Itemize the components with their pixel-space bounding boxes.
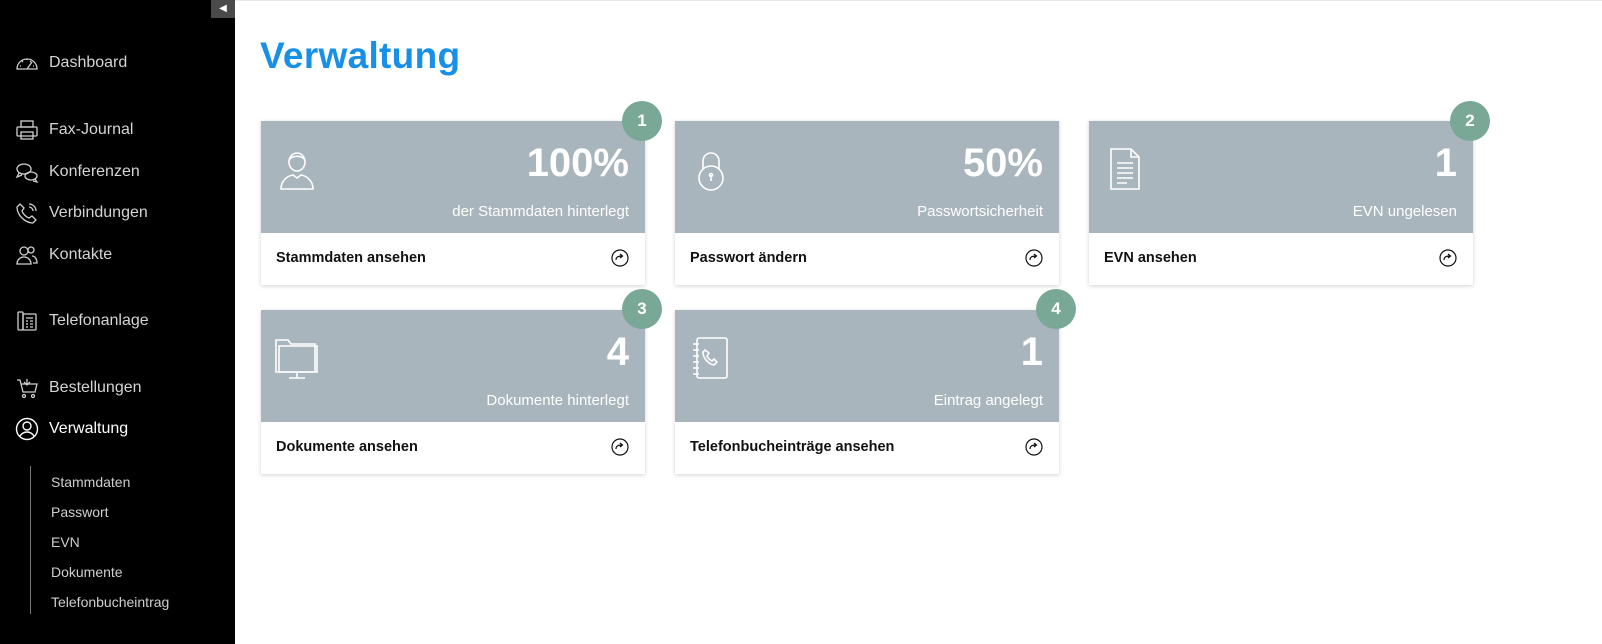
person-icon bbox=[275, 147, 319, 191]
main-content: Verwaltung 100% der Stammdaten hinterleg… bbox=[235, 0, 1602, 644]
card-link-passwort[interactable]: Passwort ändern bbox=[675, 233, 1059, 285]
arrow-circle-icon bbox=[1025, 438, 1043, 456]
sidebar-item-konferenzen[interactable]: Konferenzen bbox=[14, 159, 140, 185]
sidebar: ◀ Dashboard Fax-Journal Konferenzen Verb… bbox=[0, 0, 235, 644]
sidebar-item-kontakte[interactable]: Kontakte bbox=[14, 242, 112, 268]
card-link-telefonbuch[interactable]: Telefonbucheinträge ansehen bbox=[675, 422, 1059, 474]
desk-phone-icon bbox=[14, 308, 40, 334]
card-description: Dokumente hinterlegt bbox=[486, 392, 629, 409]
card-badge: 2 bbox=[1450, 101, 1490, 141]
sidebar-item-label: Verwaltung bbox=[49, 420, 129, 437]
document-icon bbox=[1103, 147, 1147, 191]
card-evn: 1 EVN ungelesen EVN ansehen bbox=[1089, 121, 1473, 285]
sidebar-item-label: Fax-Journal bbox=[49, 121, 134, 138]
sidebar-item-label: Konferenzen bbox=[49, 163, 140, 180]
card-header: 4 Dokumente hinterlegt bbox=[261, 310, 645, 422]
sidebar-item-bestellungen[interactable]: Bestellungen bbox=[14, 375, 142, 401]
sidebar-item-fax-journal[interactable]: Fax-Journal bbox=[14, 117, 133, 143]
sidebar-item-verbindungen[interactable]: Verbindungen bbox=[14, 200, 148, 226]
card-link-evn[interactable]: EVN ansehen bbox=[1089, 233, 1473, 285]
card-passwort: 50% Passwortsicherheit Passwort ändern bbox=[675, 121, 1059, 285]
cart-icon bbox=[14, 375, 40, 401]
card-header: 50% Passwortsicherheit bbox=[675, 121, 1059, 233]
page-title: Verwaltung bbox=[260, 35, 461, 76]
card-link-label: Telefonbucheinträge ansehen bbox=[690, 439, 895, 455]
card-header: 100% der Stammdaten hinterlegt bbox=[261, 121, 645, 233]
submenu-item-stammdaten[interactable]: Stammdaten bbox=[51, 474, 130, 490]
submenu-item-dokumente[interactable]: Dokumente bbox=[51, 564, 123, 580]
speedometer-icon bbox=[14, 50, 40, 76]
sidebar-item-dashboard[interactable]: Dashboard bbox=[14, 50, 127, 76]
card-link-label: Passwort ändern bbox=[690, 250, 807, 266]
submenu-item-evn[interactable]: EVN bbox=[51, 534, 80, 550]
people-icon bbox=[14, 242, 40, 268]
sidebar-item-label: Kontakte bbox=[49, 246, 113, 263]
card-link-stammdaten[interactable]: Stammdaten ansehen bbox=[261, 233, 645, 285]
padlock-icon bbox=[689, 147, 733, 191]
sidebar-item-label: Verbindungen bbox=[49, 204, 148, 221]
card-description: Eintrag angelegt bbox=[933, 392, 1043, 409]
card-telefonbuch: 1 Eintrag angelegt Telefonbucheinträge a… bbox=[675, 310, 1059, 474]
card-link-label: EVN ansehen bbox=[1104, 250, 1197, 266]
chat-bubbles-icon bbox=[14, 159, 40, 185]
card-value: 4 bbox=[606, 330, 629, 374]
phone-icon bbox=[14, 200, 40, 226]
card-description: der Stammdaten hinterlegt bbox=[452, 203, 629, 220]
user-circle-icon bbox=[14, 416, 40, 442]
sidebar-item-verwaltung[interactable]: Verwaltung bbox=[14, 416, 128, 442]
card-link-dokumente[interactable]: Dokumente ansehen bbox=[261, 422, 645, 474]
sidebar-item-label: Telefonanlage bbox=[49, 312, 149, 329]
submenu-item-passwort[interactable]: Passwort bbox=[51, 504, 109, 520]
submenu-verwaltung: Stammdaten Passwort EVN Dokumente Telefo… bbox=[30, 466, 230, 614]
card-stammdaten: 100% der Stammdaten hinterlegt Stammdate… bbox=[261, 121, 645, 285]
app-window: ◀ Dashboard Fax-Journal Konferenzen Verb… bbox=[0, 0, 1602, 644]
card-link-label: Stammdaten ansehen bbox=[276, 250, 426, 266]
card-badge: 4 bbox=[1036, 289, 1076, 329]
sidebar-item-label: Dashboard bbox=[49, 54, 128, 71]
sidebar-collapse-button[interactable]: ◀ bbox=[211, 0, 235, 18]
arrow-circle-icon bbox=[1439, 249, 1457, 267]
card-value: 1 bbox=[1434, 141, 1457, 185]
card-value: 1 bbox=[1020, 330, 1043, 374]
phonebook-icon bbox=[689, 336, 733, 380]
folder-monitor-icon bbox=[275, 336, 319, 380]
sidebar-item-label: Bestellungen bbox=[49, 379, 142, 396]
sidebar-item-telefonanlage[interactable]: Telefonanlage bbox=[14, 308, 149, 334]
card-header: 1 EVN ungelesen bbox=[1089, 121, 1473, 233]
card-description: Passwortsicherheit bbox=[917, 203, 1043, 220]
submenu-item-telefonbucheintrag[interactable]: Telefonbucheintrag bbox=[51, 594, 169, 610]
arrow-circle-icon bbox=[611, 438, 629, 456]
card-value: 100% bbox=[526, 141, 629, 185]
printer-icon bbox=[14, 117, 40, 143]
arrow-circle-icon bbox=[611, 249, 629, 267]
card-value: 50% bbox=[962, 141, 1043, 185]
card-header: 1 Eintrag angelegt bbox=[675, 310, 1059, 422]
arrow-circle-icon bbox=[1025, 249, 1043, 267]
card-badge: 1 bbox=[622, 101, 662, 141]
card-description: EVN ungelesen bbox=[1352, 203, 1457, 220]
card-link-label: Dokumente ansehen bbox=[276, 439, 418, 455]
card-dokumente: 4 Dokumente hinterlegt Dokumente ansehen bbox=[261, 310, 645, 474]
card-badge: 3 bbox=[622, 289, 662, 329]
